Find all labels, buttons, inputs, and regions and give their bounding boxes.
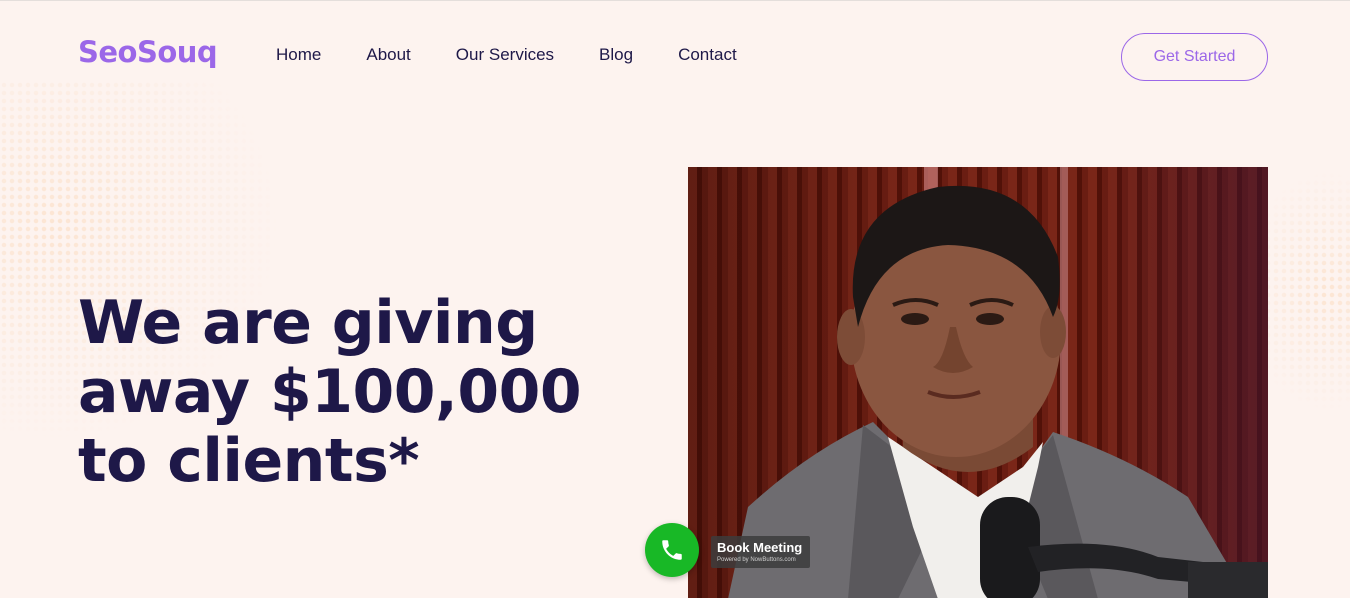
hero-headline: We are giving away $100,000 to clients* [78,288,582,496]
nav-item-our-services[interactable]: Our Services [456,45,554,65]
book-meeting-widget[interactable]: Book Meeting Powered by NowButtons.com [645,523,811,577]
nav-item-home[interactable]: Home [276,45,321,65]
nav-item-about[interactable]: About [366,45,410,65]
main-nav: Home About Our Services Blog Contact [276,45,782,65]
call-button[interactable] [645,523,699,577]
get-started-button[interactable]: Get Started [1121,33,1268,81]
nav-item-contact[interactable]: Contact [678,45,737,65]
phone-icon [662,540,682,560]
book-meeting-title: Book Meeting [717,540,803,555]
book-meeting-label[interactable]: Book Meeting Powered by NowButtons.com [711,536,811,568]
nav-item-blog[interactable]: Blog [599,45,633,65]
site-logo[interactable]: SeoSouq [78,35,218,69]
book-meeting-powered-by: Powered by NowButtons.com [717,557,796,563]
